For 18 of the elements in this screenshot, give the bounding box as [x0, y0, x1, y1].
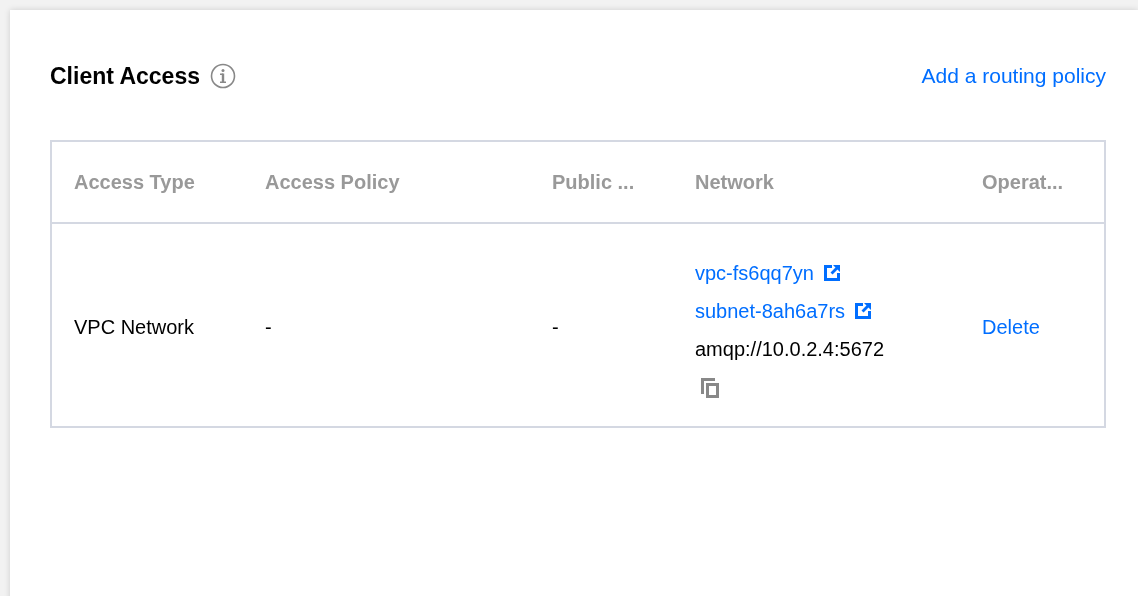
column-header: Network	[673, 141, 960, 223]
table-cell: -	[243, 223, 530, 427]
external-link-icon[interactable]	[821, 263, 842, 283]
address-text: amqp://10.0.2.4:5672	[695, 337, 885, 361]
column-header: Public ...	[530, 141, 673, 223]
info-icon	[210, 63, 236, 89]
table-cell: -	[530, 223, 673, 427]
vpc-link[interactable]: vpc-fs6qq7yn	[695, 261, 814, 285]
delete-link[interactable]: Delete	[982, 315, 1040, 338]
column-header: Operat...	[960, 141, 1105, 223]
copy-icon[interactable]	[699, 376, 721, 400]
column-header: Access Policy	[243, 141, 530, 223]
add-routing-policy-link[interactable]: Add a routing policy	[921, 64, 1106, 88]
column-header: Access Type	[51, 141, 243, 223]
table-cell: VPC Network	[51, 223, 243, 427]
subnet-link[interactable]: subnet-8ah6a7rs	[695, 299, 846, 323]
external-link-icon[interactable]	[853, 301, 874, 321]
section-title: Client Access	[50, 62, 200, 90]
